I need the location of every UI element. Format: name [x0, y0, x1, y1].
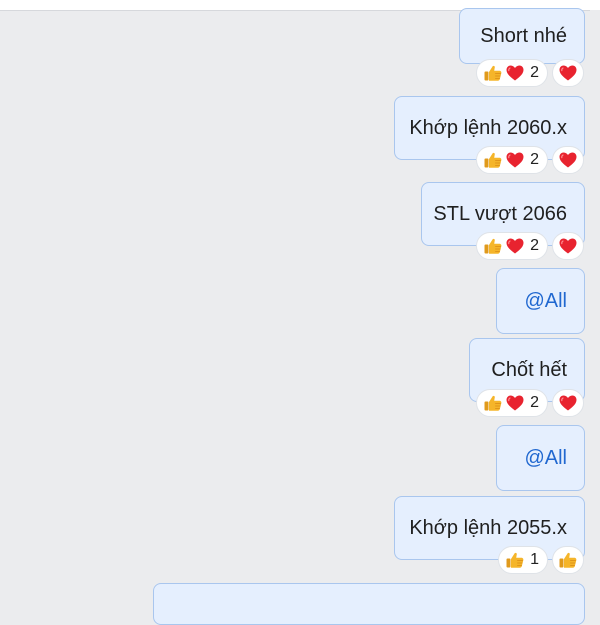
message-bubble[interactable]: Short nhé [459, 8, 585, 64]
scrollbar[interactable] [590, 10, 600, 600]
heart-icon [558, 236, 578, 256]
quick-react-button[interactable] [552, 389, 584, 417]
reaction-count: 2 [530, 237, 539, 254]
mention-text[interactable]: @All [524, 446, 567, 470]
reaction-count: 2 [530, 394, 539, 411]
heart-icon [505, 236, 525, 256]
reaction-pill[interactable]: 2 [476, 146, 548, 174]
message-text: Khớp lệnh 2055.x [409, 517, 567, 539]
message-bubble[interactable]: @All [496, 425, 585, 491]
reaction-pill[interactable]: 2 [476, 232, 548, 260]
heart-icon [558, 150, 578, 170]
thumbs-up-icon [505, 550, 525, 570]
message-text: Chốt hết [491, 359, 567, 381]
thumbs-up-icon [483, 63, 503, 83]
reaction-bar: 2 [476, 232, 584, 260]
heart-icon [505, 150, 525, 170]
message-text: Short nhé [480, 25, 567, 47]
thumbs-up-icon [483, 236, 503, 256]
reaction-bar: 2 [476, 389, 584, 417]
reaction-bar: 2 [476, 146, 584, 174]
message-text: Khớp lệnh 2060.x [409, 117, 567, 139]
reaction-pill[interactable]: 2 [476, 389, 548, 417]
reaction-count: 2 [530, 151, 539, 168]
quick-react-button[interactable] [552, 546, 584, 574]
heart-icon [558, 393, 578, 413]
heart-icon [558, 63, 578, 83]
heart-icon [505, 63, 525, 83]
reaction-count: 2 [530, 64, 539, 81]
heart-icon [505, 393, 525, 413]
quick-react-button[interactable] [552, 232, 584, 260]
thumbs-up-icon [483, 150, 503, 170]
message-bubble[interactable]: @All [496, 268, 585, 334]
mention-text[interactable]: @All [524, 289, 567, 313]
quick-react-button[interactable] [552, 59, 584, 87]
reaction-pill[interactable]: 2 [476, 59, 548, 87]
reaction-count: 1 [530, 551, 539, 568]
thumbs-up-icon [483, 393, 503, 413]
message-bubble-partial[interactable] [153, 583, 585, 625]
quick-react-button[interactable] [552, 146, 584, 174]
thumbs-up-icon [558, 550, 578, 570]
reaction-bar: 1 [498, 546, 584, 574]
message-text: STL vượt 2066 [433, 203, 567, 225]
reaction-bar: 2 [476, 59, 584, 87]
reaction-pill[interactable]: 1 [498, 546, 548, 574]
